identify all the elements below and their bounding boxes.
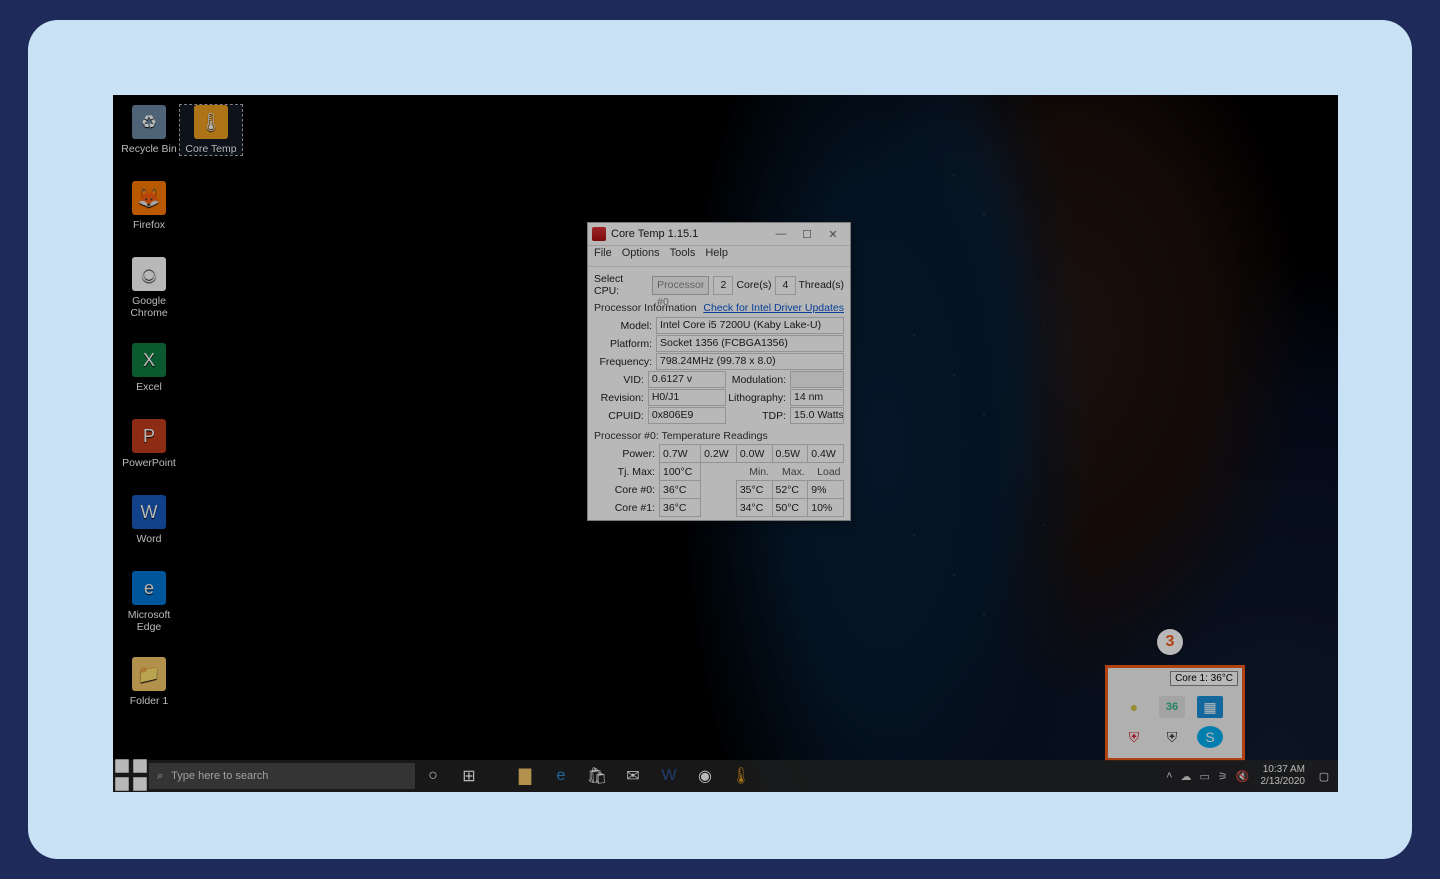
cpuid-value: 0x806E9 bbox=[648, 407, 726, 424]
icon-label: Folder 1 bbox=[118, 695, 180, 707]
minimize-button[interactable]: — bbox=[768, 228, 794, 240]
model-value: Intel Core i5 7200U (Kaby Lake-U) bbox=[656, 317, 844, 334]
close-button[interactable]: ✕ bbox=[820, 228, 846, 241]
platform-value: Socket 1356 (FCBGA1356) bbox=[656, 335, 844, 352]
menu-bar: File Options Tools Help bbox=[588, 246, 850, 267]
tray-overflow-popup[interactable]: Core 1: 36°C ● 36 ▦ ⛨ ⛨ S bbox=[1105, 665, 1245, 761]
taskbar-mail[interactable]: ✉ bbox=[615, 760, 651, 792]
tray-icon-mcafee[interactable]: ⛨ bbox=[1121, 726, 1147, 748]
cortana-button[interactable]: ○ bbox=[415, 760, 451, 792]
search-box[interactable]: ⌕ Type here to search bbox=[149, 763, 415, 789]
desktop-screen: ♻ Recycle Bin 🌡 Core Temp 🦊 Firefox ◉ Google Ch… bbox=[113, 95, 1338, 792]
table-row: Core #0: 36°C 35°C 52°C 9% bbox=[594, 481, 844, 499]
desktop-icon-firefox[interactable]: 🦊 Firefox bbox=[118, 181, 180, 231]
action-center-button[interactable]: ▢ bbox=[1310, 770, 1338, 783]
desktop-icon-folder-1[interactable]: 📁 Folder 1 bbox=[118, 657, 180, 707]
temperature-table: Power: 0.7W 0.2W 0.0W 0.5W 0.4W Tj. Max:… bbox=[594, 444, 844, 517]
tray-icon-coretemp-core0[interactable]: ● bbox=[1121, 696, 1147, 718]
app-icon: 📁 bbox=[132, 657, 166, 691]
desktop-icon-powerpoint[interactable]: P PowerPoint bbox=[118, 419, 180, 469]
icon-label: Microsoft Edge bbox=[118, 609, 180, 633]
step-badge-3: 3 bbox=[1157, 629, 1183, 655]
menu-help[interactable]: Help bbox=[705, 247, 728, 265]
app-icon: ♻ bbox=[132, 105, 166, 139]
revision-value: H0/J1 bbox=[648, 389, 726, 406]
wifi-icon[interactable]: ⚞ bbox=[1218, 770, 1228, 783]
app-icon: 🌡 bbox=[194, 105, 228, 139]
desktop-icon-recycle-bin[interactable]: ♻ Recycle Bin bbox=[118, 105, 180, 155]
tdp-value: 15.0 Watts bbox=[790, 407, 844, 424]
clock[interactable]: 10:37 AM 2/13/2020 bbox=[1256, 764, 1311, 788]
icon-label: Google Chrome bbox=[118, 295, 180, 319]
modulation-value bbox=[790, 371, 844, 388]
cores-label: Core(s) bbox=[736, 279, 771, 291]
taskbar-word[interactable]: W bbox=[651, 760, 687, 792]
taskbar-chrome[interactable]: ◉ bbox=[687, 760, 723, 792]
onedrive-icon[interactable]: ☁ bbox=[1181, 770, 1192, 783]
tray-icon-coretemp-core1[interactable]: 36 bbox=[1159, 696, 1185, 718]
vid-value: 0.6127 v bbox=[648, 371, 726, 388]
system-tray[interactable]: ˄ ☁ ▭ ⚞ 🔇 bbox=[1160, 770, 1255, 783]
app-icon: X bbox=[132, 343, 166, 377]
desktop-icon-google-chrome[interactable]: ◉ Google Chrome bbox=[118, 257, 180, 319]
tray-icon-defender[interactable]: ⛨ bbox=[1159, 726, 1185, 748]
frequency-value: 798.24MHz (99.78 x 8.0) bbox=[656, 353, 844, 370]
select-cpu-label: Select CPU: bbox=[594, 273, 648, 297]
tray-icon-skype[interactable]: S bbox=[1197, 726, 1223, 748]
battery-icon[interactable]: ▭ bbox=[1200, 770, 1210, 783]
icon-label: Firefox bbox=[118, 219, 180, 231]
app-icon: 🦊 bbox=[132, 181, 166, 215]
search-placeholder: Type here to search bbox=[171, 770, 268, 782]
icon-label: PowerPoint bbox=[118, 457, 180, 469]
desktop-icon-excel[interactable]: X Excel bbox=[118, 343, 180, 393]
app-icon: W bbox=[132, 495, 166, 529]
tray-tooltip: Core 1: 36°C bbox=[1170, 671, 1238, 686]
desktop-icon-word[interactable]: W Word bbox=[118, 495, 180, 545]
taskbar: ⌕ Type here to search ○ ⊞ ▇ e 🛍 ✉ W ◉ 🌡 … bbox=[113, 760, 1338, 792]
coretemp-window[interactable]: Core Temp 1.15.1 — ☐ ✕ File Options Tool… bbox=[587, 222, 851, 521]
taskbar-file-explorer[interactable]: ▇ bbox=[507, 760, 543, 792]
group-processor-info: Processor Information bbox=[594, 302, 697, 314]
app-icon: e bbox=[132, 571, 166, 605]
icon-label: Recycle Bin bbox=[118, 143, 180, 155]
lithography-value: 14 nm bbox=[790, 389, 844, 406]
desktop-icon-microsoft-edge[interactable]: e Microsoft Edge bbox=[118, 571, 180, 633]
tray-icon-intel[interactable]: ▦ bbox=[1197, 696, 1223, 718]
menu-file[interactable]: File bbox=[594, 247, 612, 265]
table-row: Core #1: 36°C 34°C 50°C 10% bbox=[594, 499, 844, 517]
cores-count: 2 bbox=[713, 276, 733, 295]
tray-expand-icon[interactable]: ˄ bbox=[1166, 770, 1172, 782]
driver-updates-link[interactable]: Check for Intel Driver Updates bbox=[703, 302, 844, 314]
taskbar-coretemp[interactable]: 🌡 bbox=[723, 760, 759, 792]
search-icon: ⌕ bbox=[157, 770, 163, 783]
menu-options[interactable]: Options bbox=[622, 247, 660, 265]
titlebar[interactable]: Core Temp 1.15.1 — ☐ ✕ bbox=[588, 223, 850, 246]
task-view-button[interactable]: ⊞ bbox=[451, 760, 487, 792]
icon-label: Excel bbox=[118, 381, 180, 393]
start-button[interactable] bbox=[113, 757, 149, 793]
app-icon: P bbox=[132, 419, 166, 453]
icon-label: Core Temp bbox=[180, 143, 242, 155]
taskbar-edge[interactable]: e bbox=[543, 760, 579, 792]
menu-tools[interactable]: Tools bbox=[670, 247, 696, 265]
threads-label: Thread(s) bbox=[799, 279, 845, 291]
select-cpu-dropdown[interactable]: Processor #0 bbox=[652, 276, 709, 295]
threads-count: 4 bbox=[775, 276, 795, 295]
group-temperature-readings: Processor #0: Temperature Readings bbox=[594, 430, 844, 442]
app-icon bbox=[592, 227, 606, 241]
maximize-button[interactable]: ☐ bbox=[794, 228, 820, 241]
desktop-icon-core-temp[interactable]: 🌡 Core Temp bbox=[180, 105, 242, 155]
icon-label: Word bbox=[118, 533, 180, 545]
taskbar-store[interactable]: 🛍 bbox=[579, 760, 615, 792]
window-title: Core Temp 1.15.1 bbox=[611, 228, 768, 240]
volume-icon[interactable]: 🔇 bbox=[1236, 770, 1250, 783]
app-icon: ◉ bbox=[132, 257, 166, 291]
